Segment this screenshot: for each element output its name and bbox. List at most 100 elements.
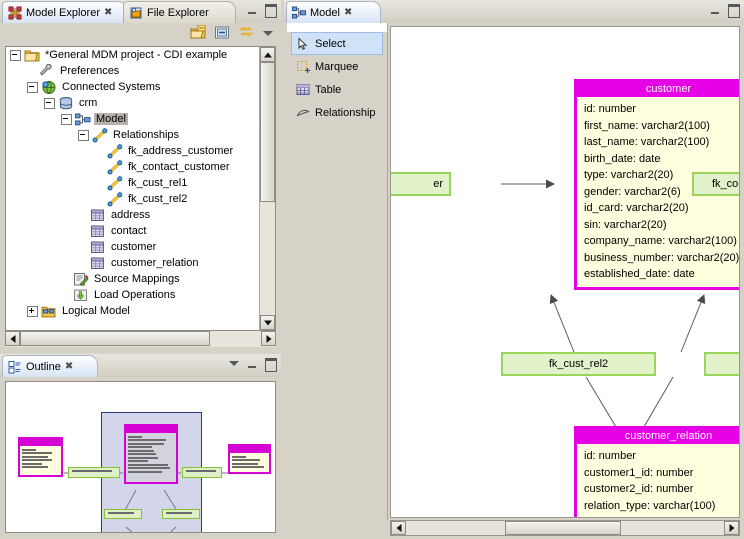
tree-item-customer[interactable]: customer — [6, 239, 260, 255]
tree-item-contact[interactable]: contact — [6, 223, 260, 239]
maximize-button[interactable] — [264, 358, 277, 372]
tab-file-explorer[interactable]: File Explorer — [123, 1, 236, 23]
canvas-horizontal-scrollbar[interactable] — [390, 520, 740, 536]
entity-customer-relation[interactable]: customer_relation id: number customer1_i… — [574, 426, 739, 517]
scroll-up-button[interactable] — [260, 47, 275, 62]
relationship-label-fk-cust-rel1[interactable]: fk_cust_rel1 — [704, 352, 739, 376]
close-icon[interactable]: ✖ — [65, 361, 73, 372]
database-icon — [58, 96, 74, 111]
tree-item-label: Preferences — [60, 65, 120, 77]
collapse-icon[interactable] — [78, 129, 89, 141]
refresh-icon[interactable] — [238, 25, 254, 40]
outline-view-buttons — [228, 358, 277, 372]
tree-item-label: Relationships — [113, 129, 180, 141]
close-icon[interactable]: ✖ — [344, 7, 352, 18]
table-icon — [90, 208, 106, 223]
expand-icon[interactable] — [27, 305, 38, 317]
tree-horizontal-scrollbar[interactable] — [5, 331, 276, 347]
tab-model-explorer[interactable]: Model Explorer ✖ — [2, 1, 127, 23]
editor-view-buttons — [709, 4, 740, 18]
tree-item-preferences[interactable]: Preferences — [6, 63, 260, 79]
minimize-button[interactable] — [246, 4, 259, 16]
palette-tool-marquee[interactable]: Marquee — [287, 55, 387, 78]
model-editor: Model ✖ Select Marquee Table Relationshi… — [284, 0, 744, 539]
outline-relationship-label — [162, 509, 200, 519]
tree-item-label: fk_contact_customer — [128, 161, 230, 173]
palette-top-spacer — [287, 23, 387, 32]
maximize-button[interactable] — [727, 4, 740, 18]
entity-column: id: number — [584, 450, 636, 462]
tree-item-model[interactable]: Model — [6, 111, 260, 127]
palette-tool-table[interactable]: Table — [287, 78, 387, 101]
tree-item-load-operations[interactable]: Load Operations — [6, 287, 260, 303]
view-menu-icon[interactable] — [262, 27, 275, 39]
canvas-scroll-right-button[interactable] — [724, 521, 739, 535]
tree-item-source-mappings[interactable]: Source Mappings — [6, 271, 260, 287]
outline-thumbnail[interactable] — [5, 381, 276, 533]
outline-relationship-label — [182, 467, 222, 478]
collapse-icon[interactable] — [10, 49, 21, 61]
tree-item-fk-cust-rel2[interactable]: fk_cust_rel2 — [6, 191, 260, 207]
table-icon — [90, 224, 106, 239]
scroll-down-button[interactable] — [260, 315, 275, 330]
view-menu-button[interactable] — [228, 358, 241, 370]
outline-tabbar: Outline ✖ — [0, 354, 281, 377]
close-icon[interactable]: ✖ — [104, 7, 112, 18]
outline-table — [228, 444, 271, 474]
collapse-icon[interactable] — [27, 81, 38, 93]
entity-column: customer1_id: number — [584, 466, 694, 479]
palette-tool-label: Marquee — [315, 60, 359, 73]
minimize-button[interactable] — [709, 4, 722, 16]
tree-item-label: fk_address_customer — [128, 145, 234, 157]
model-explorer-view: Model Explorer ✖ File Explorer *General … — [0, 0, 281, 351]
model-icon — [292, 6, 306, 20]
scroll-left-button[interactable] — [5, 331, 20, 346]
model-tree[interactable]: *General MDM project - CDI example Prefer… — [5, 46, 276, 331]
tree-item-general-mdm-project-cdi-example[interactable]: *General MDM project - CDI example — [6, 47, 260, 63]
file-explorer-icon — [129, 6, 143, 20]
table-icon — [90, 256, 106, 271]
outline-relationship-label — [68, 467, 120, 478]
tree-hscroll-thumb[interactable] — [20, 331, 210, 346]
relationship-label-fk-address-customer[interactable]: er — [391, 172, 451, 196]
link-editor-icon[interactable] — [214, 25, 230, 40]
tree-item-relationships[interactable]: Relationships — [6, 127, 260, 143]
eclipse-workbench: Model Explorer ✖ File Explorer *General … — [0, 0, 744, 539]
relationship-label-fk-contact-customer[interactable]: fk_con — [692, 172, 739, 196]
collapse-all-icon[interactable] — [190, 24, 206, 40]
relationship-label-fk-cust-rel2[interactable]: fk_cust_rel2 — [501, 352, 656, 376]
tree-item-connected-systems[interactable]: Connected Systems — [6, 79, 260, 95]
tree-item-fk-address-customer[interactable]: fk_address_customer — [6, 143, 260, 159]
table-icon — [296, 83, 310, 97]
entity-column: established_date: date — [584, 268, 695, 280]
outline-view: Outline ✖ — [0, 354, 281, 539]
tree-scroll-thumb[interactable] — [260, 62, 275, 202]
relationship-label-text: fk_con — [712, 178, 739, 190]
tree-item-fk-contact-customer[interactable]: fk_contact_customer — [6, 159, 260, 175]
tab-model-editor[interactable]: Model ✖ — [286, 1, 381, 23]
entity-column: birth_date: date — [584, 152, 661, 165]
canvas-hscroll-thumb[interactable] — [505, 521, 621, 535]
palette-tool-relationship[interactable]: Relationship — [287, 101, 387, 124]
maximize-button[interactable] — [264, 4, 277, 18]
tree-item-customer-relation[interactable]: customer_relation — [6, 255, 260, 271]
tab-outline[interactable]: Outline ✖ — [2, 355, 98, 377]
tree-item-logical-model[interactable]: Logical Model — [6, 303, 260, 319]
logical-model-icon — [41, 304, 57, 319]
relationship-icon — [107, 159, 123, 175]
entity-title: customer — [577, 82, 739, 97]
diagram-canvas[interactable]: customer id: number first_name: varchar2… — [390, 26, 740, 518]
scroll-right-button[interactable] — [261, 331, 276, 346]
minimize-button[interactable] — [246, 358, 259, 370]
canvas-scroll-left-button[interactable] — [391, 521, 406, 535]
tab-label: Outline — [26, 360, 61, 373]
tree-item-crm[interactable]: crm — [6, 95, 260, 111]
collapse-icon[interactable] — [61, 113, 72, 125]
collapse-icon[interactable] — [44, 97, 55, 109]
marquee-icon — [296, 60, 310, 74]
tree-item-address[interactable]: address — [6, 207, 260, 223]
tree-item-label: Connected Systems — [62, 81, 161, 93]
tree-vertical-scrollbar[interactable] — [259, 47, 275, 330]
palette-tool-select[interactable]: Select — [291, 32, 383, 55]
tree-item-fk-cust-rel1[interactable]: fk_cust_rel1 — [6, 175, 260, 191]
